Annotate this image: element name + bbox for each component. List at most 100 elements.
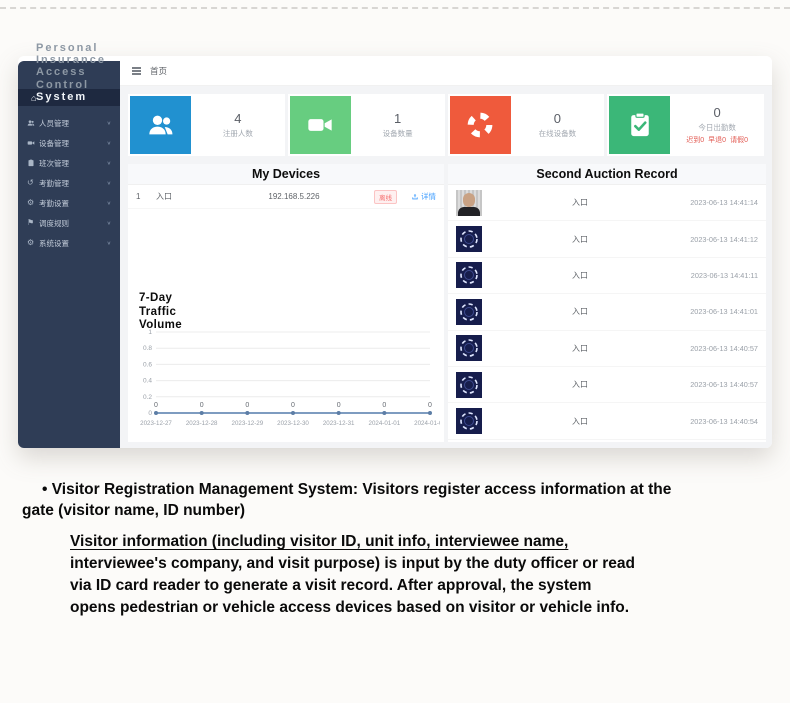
- sidebar-menu: 人员管理∨设备管理∨班次管理∨↺考勤管理∨⚙考勤设置∨⚑调度规则∨⚙系统设置∨: [18, 113, 120, 253]
- record-gate-label: 入口: [488, 270, 644, 281]
- overlay-title-line: System: [36, 91, 106, 103]
- scan-frame-icon: [458, 374, 480, 396]
- topbar: 首页: [120, 56, 772, 86]
- dashed-cut-line: [0, 7, 790, 9]
- y-tick-label: 0.8: [143, 345, 152, 352]
- chevron-down-icon: ∨: [107, 180, 111, 186]
- note-line: via ID card reader to generate a visit r…: [70, 575, 760, 597]
- chevron-down-icon: ∨: [107, 140, 111, 146]
- data-point-label: 0: [291, 402, 295, 409]
- sidebar-item[interactable]: 设备管理∨: [18, 133, 120, 153]
- sidebar-item[interactable]: ↺考勤管理∨: [18, 173, 120, 193]
- users-icon: [130, 96, 191, 154]
- face-scan-placeholder-thumbnail: [456, 299, 482, 325]
- x-tick-label: 2023-12-28: [186, 420, 218, 427]
- note-paragraph-2: Visitor information (including visitor I…: [70, 531, 760, 619]
- sidebar: ⌂ 人员管理∨设备管理∨班次管理∨↺考勤管理∨⚙考勤设置∨⚑调度规则∨⚙系统设置…: [18, 61, 120, 448]
- stat-value: 4: [234, 111, 241, 126]
- sidebar-item[interactable]: ⚑调度规则∨: [18, 213, 120, 233]
- record-row: 入口2023-06-13 14:41:14: [448, 185, 766, 221]
- stat-card-body: 0今日出勤数迟到0早退0请假0: [670, 105, 764, 145]
- device-name: 入口: [156, 191, 214, 202]
- chart-title-line: Traffic: [139, 306, 182, 320]
- record-gate-label: 入口: [488, 234, 644, 245]
- sidebar-item-label: 班次管理: [39, 158, 107, 169]
- stat-label: 今日出勤数: [698, 122, 736, 133]
- sidebar-item[interactable]: ⚙系统设置∨: [18, 233, 120, 253]
- face: [463, 193, 475, 207]
- history-icon: ↺: [27, 179, 39, 187]
- overlay-title-line: Personal: [36, 42, 106, 54]
- record-timestamp: 2023-06-13 14:41:01: [650, 307, 758, 316]
- sidebar-item[interactable]: 人员管理∨: [18, 113, 120, 133]
- overlay-title-line: Control: [36, 79, 106, 91]
- y-tick-label: 0: [148, 410, 152, 417]
- record-row: 入口2023-06-13 14:40:54: [448, 403, 766, 439]
- stat-sub-item: 早退0: [708, 135, 726, 145]
- dashboard-screenshot-card: ⌂ 人员管理∨设备管理∨班次管理∨↺考勤管理∨⚙考勤设置∨⚑调度规则∨⚙系统设置…: [18, 56, 772, 448]
- stat-label: 注册人数: [223, 128, 253, 139]
- device-action-link[interactable]: 详情: [411, 191, 436, 202]
- data-point-label: 0: [382, 402, 386, 409]
- y-tick-label: 1: [148, 329, 152, 336]
- stat-card: 1设备数量: [288, 94, 445, 156]
- note-paragraph-1: • Visitor Registration Management System…: [22, 479, 757, 521]
- sidebar-item-label: 调度规则: [39, 218, 107, 229]
- x-tick-label: 2024-01-01: [369, 420, 401, 427]
- note-line: • Visitor Registration Management System…: [22, 479, 757, 500]
- record-timestamp: 2023-06-13 14:41:11: [650, 271, 758, 280]
- x-tick-label: 2023-12-29: [232, 420, 264, 427]
- y-tick-label: 0.4: [143, 378, 152, 385]
- record-gate-label: 入口: [488, 379, 644, 390]
- record-timestamp: 2023-06-13 14:40:57: [650, 380, 758, 389]
- video-camera-icon: [290, 96, 351, 154]
- device-ip: 192.168.5.226: [218, 192, 370, 201]
- menu-toggle-icon[interactable]: [132, 70, 141, 72]
- face-scan-placeholder-thumbnail: [456, 262, 482, 288]
- sidebar-item-label: 人员管理: [39, 118, 107, 129]
- stat-sub-stats: 迟到0早退0请假0: [686, 135, 748, 145]
- scan-frame-icon: [458, 410, 480, 432]
- traffic-line-chart: 00.20.40.60.8102023-12-2702023-12-280202…: [132, 326, 440, 438]
- y-tick-label: 0.6: [143, 361, 152, 368]
- data-point-label: 0: [337, 402, 341, 409]
- overlay-title-line: Access: [36, 66, 106, 78]
- note-line: Visitor information (including visitor I…: [70, 531, 760, 553]
- records-panel: Second Auction Record 入口2023-06-13 14:41…: [448, 164, 766, 442]
- scan-frame-icon: [458, 228, 480, 250]
- stat-card-body: 1设备数量: [351, 111, 445, 139]
- x-tick-label: 2023-12-30: [277, 420, 309, 427]
- chevron-down-icon: ∨: [107, 160, 111, 166]
- devices-panel-title: My Devices: [128, 164, 444, 185]
- sidebar-item-label: 考勤管理: [39, 178, 107, 189]
- upload-icon: [411, 193, 419, 201]
- lifebuoy-icon: [450, 96, 511, 154]
- record-gate-label: 入口: [488, 197, 644, 208]
- sidebar-item[interactable]: ⚙考勤设置∨: [18, 193, 120, 213]
- sidebar-item-label: 系统设置: [39, 238, 107, 249]
- chevron-down-icon: ∨: [107, 240, 111, 246]
- chevron-down-icon: ∨: [107, 200, 111, 206]
- scan-frame-icon: [458, 337, 480, 359]
- chevron-down-icon: ∨: [107, 220, 111, 226]
- stat-card-body: 0在线设备数: [511, 111, 605, 139]
- flag-icon: ⚑: [27, 219, 39, 227]
- records-panel-title: Second Auction Record: [448, 164, 766, 185]
- data-point-label: 0: [428, 402, 432, 409]
- stat-card: 0今日出勤数迟到0早退0请假0: [607, 94, 764, 156]
- chevron-down-icon: ∨: [107, 120, 111, 126]
- device-row: 1入口192.168.5.226离线详情: [128, 185, 444, 209]
- note-line: interviewee's company, and visit purpose…: [70, 553, 760, 575]
- data-point: [382, 411, 386, 415]
- data-point: [291, 411, 295, 415]
- stat-label: 设备数量: [383, 128, 413, 139]
- breadcrumb[interactable]: 首页: [150, 65, 167, 77]
- sidebar-item-label: 考勤设置: [39, 198, 107, 209]
- record-timestamp: 2023-06-13 14:40:54: [650, 417, 758, 426]
- sidebar-item[interactable]: 班次管理∨: [18, 153, 120, 173]
- face-scan-placeholder-thumbnail: [456, 335, 482, 361]
- data-point-label: 0: [245, 402, 249, 409]
- chart-title-line: 7-Day: [139, 292, 182, 306]
- stat-card: 0在线设备数: [448, 94, 605, 156]
- device-action-label: 详情: [421, 191, 436, 202]
